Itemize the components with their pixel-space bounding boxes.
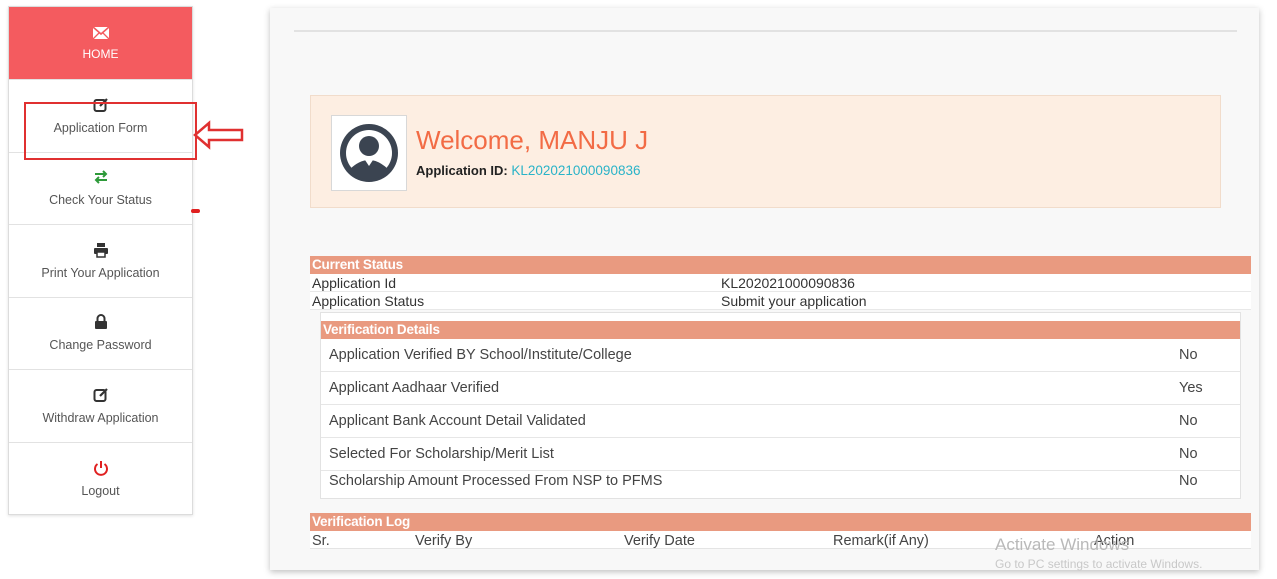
divider xyxy=(294,30,1237,32)
envelope-icon xyxy=(91,25,110,41)
sidebar-item-label: Print Your Application xyxy=(41,265,160,280)
verification-row: Applicant Bank Account Detail Validated … xyxy=(321,405,1240,438)
verification-label: Scholarship Amount Processed From NSP to… xyxy=(329,473,663,489)
status-key: Application Id xyxy=(312,275,397,291)
print-icon xyxy=(93,242,109,258)
column-header: Remark(if Any) xyxy=(833,533,929,549)
application-id-value: KL202021000090836 xyxy=(511,163,641,178)
status-row: Application Status Submit your applicati… xyxy=(310,292,1251,310)
sidebar-item-withdraw-application[interactable]: Withdraw Application xyxy=(9,370,192,443)
verification-label: Selected For Scholarship/Merit List xyxy=(329,446,554,462)
application-id-label: Application ID: xyxy=(416,163,508,178)
page-title: Welcome, MANJU J xyxy=(416,125,649,155)
verification-details: Verification Details Application Verifie… xyxy=(320,312,1241,499)
activation-watermark: Activate Windows xyxy=(995,535,1130,554)
verification-row: Selected For Scholarship/Merit List No xyxy=(321,438,1240,471)
welcome-card: Welcome, MANJU J Application ID: KL20202… xyxy=(310,95,1221,208)
current-status-header: Current Status xyxy=(310,256,1251,274)
avatar xyxy=(331,115,407,191)
verification-label: Applicant Aadhaar Verified xyxy=(329,380,500,396)
sidebar-item-label: HOME xyxy=(82,47,119,61)
main-panel: Welcome, MANJU J Application ID: KL20202… xyxy=(270,8,1259,570)
verification-value: No xyxy=(1179,347,1198,363)
edit-icon xyxy=(93,387,109,403)
sidebar-item-change-password[interactable]: Change Password xyxy=(9,298,192,370)
verification-label: Application Verified BY School/Institute… xyxy=(329,347,632,363)
sidebar-item-label: Logout xyxy=(81,483,120,498)
verification-log-header: Verification Log xyxy=(310,513,1251,531)
verification-row: Applicant Aadhaar Verified Yes xyxy=(321,372,1240,405)
verification-value: Yes xyxy=(1179,380,1203,396)
column-header: Verify By xyxy=(415,533,473,549)
lock-icon xyxy=(94,314,108,330)
status-value: KL202021000090836 xyxy=(721,275,855,291)
status-value: Submit your application xyxy=(721,293,867,309)
verification-row: Scholarship Amount Processed From NSP to… xyxy=(321,471,1240,498)
sidebar-item-logout[interactable]: Logout xyxy=(9,443,192,516)
sidebar-item-label: Check Your Status xyxy=(49,193,152,208)
sidebar-item-check-status[interactable]: Check Your Status xyxy=(9,153,192,225)
status-key: Application Status xyxy=(312,293,425,309)
sidebar-item-print-application[interactable]: Print Your Application xyxy=(9,225,192,298)
column-header: Sr. xyxy=(312,533,330,549)
verification-row: Application Verified BY School/Institute… xyxy=(321,339,1240,372)
status-row: Application Id KL202021000090836 xyxy=(310,274,1251,292)
red-dot xyxy=(191,209,200,213)
power-icon xyxy=(93,460,109,476)
sidebar-item-label: Change Password xyxy=(49,338,152,353)
left-arrow-icon xyxy=(193,120,244,150)
verification-value: No xyxy=(1179,446,1198,462)
sidebar-item-home[interactable]: HOME xyxy=(9,7,192,80)
sidebar-nav: HOME Application Form Check Your Status … xyxy=(8,6,193,515)
column-header: Verify Date xyxy=(624,533,695,549)
highlight-box xyxy=(24,102,197,160)
verification-value: No xyxy=(1179,413,1198,429)
activation-watermark-subtext: Go to PC settings to activate Windows. xyxy=(995,557,1203,571)
verification-label: Applicant Bank Account Detail Validated xyxy=(329,413,586,429)
verification-value: No xyxy=(1179,473,1198,489)
verification-details-header: Verification Details xyxy=(321,321,1240,339)
sidebar-item-label: Withdraw Application xyxy=(42,410,159,425)
current-status-section: Current Status Application Id KL20202100… xyxy=(310,256,1251,549)
user-icon xyxy=(340,124,398,182)
exchange-icon xyxy=(93,169,109,185)
application-id: Application ID: KL202021000090836 xyxy=(416,163,640,178)
